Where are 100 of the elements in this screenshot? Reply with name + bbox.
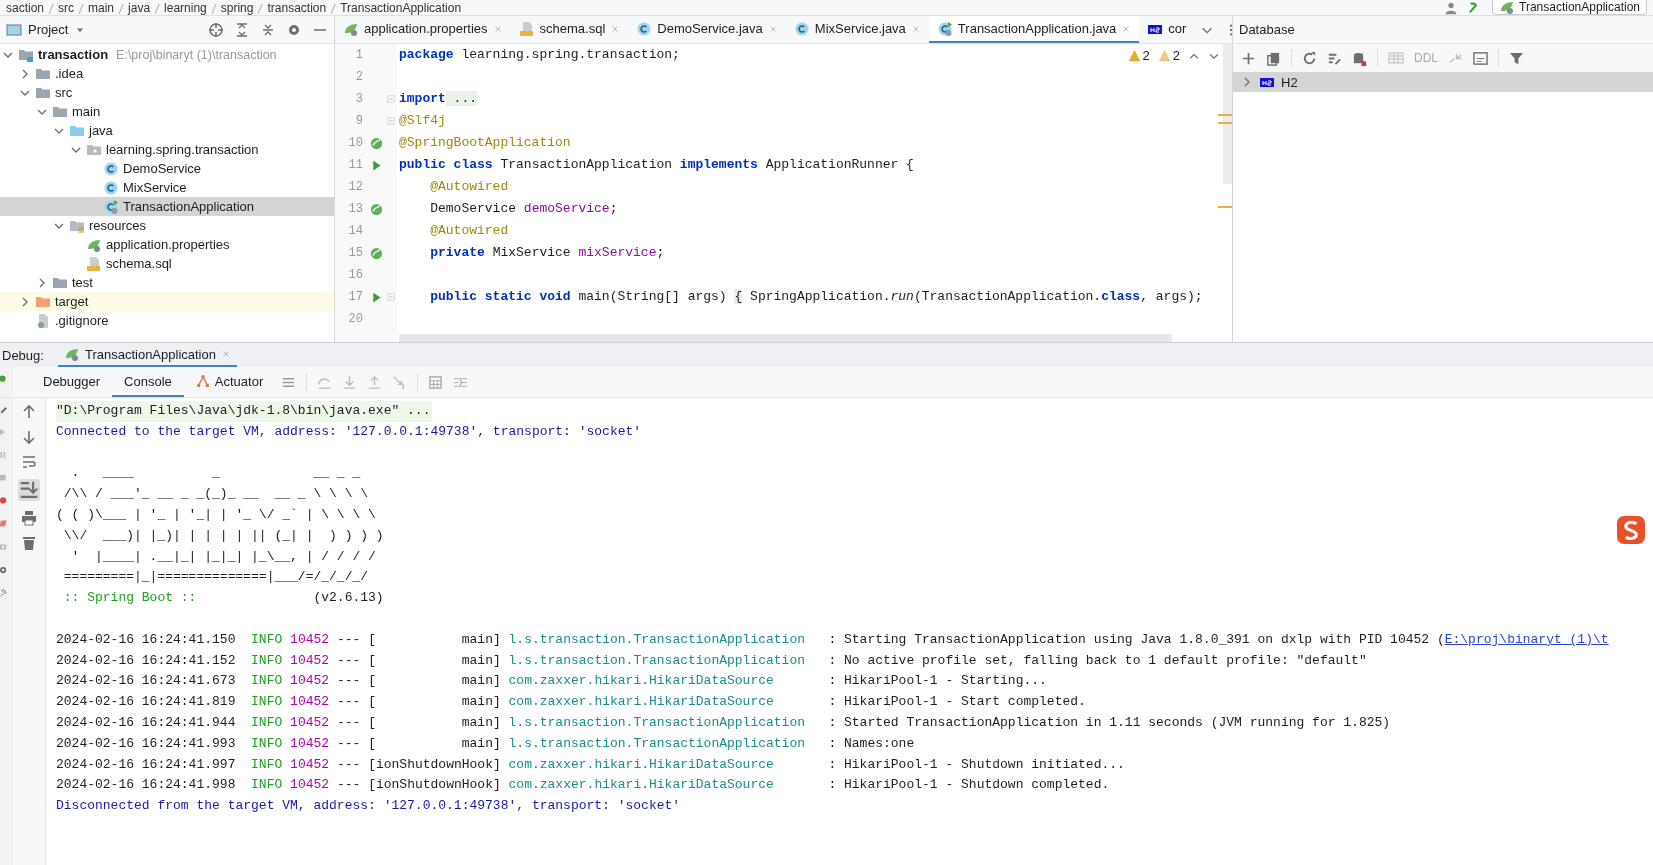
down-arrow-icon[interactable]: [21, 429, 37, 445]
tree-item[interactable]: transaction E:\proj\binaryt (1)\transaction: [0, 45, 334, 64]
line-number: 1: [354, 48, 364, 62]
tree-item-label: transaction: [38, 47, 109, 62]
log-line: 2024-02-16 16:24:41.997 INFO 10452 --- [ionShutdownHook] com.zaxxer.hikari.HikariDataSource : HikariPool-1 - Shutdown initiated...: [56, 755, 1125, 774]
scrollbar[interactable]: [399, 334, 1172, 342]
breadcrumb[interactable]: TransactionApplication: [340, 2, 462, 15]
banner-line: =========|_|==============|___/=/_/_/_/: [62, 568, 369, 587]
close-icon[interactable]: [767, 23, 778, 34]
tree-item[interactable]: learning.spring.transaction: [0, 140, 334, 159]
line-number: 13: [347, 202, 364, 216]
bean-icon: [368, 201, 384, 217]
tree-item[interactable]: application.properties: [0, 235, 334, 254]
log-line: 2024-02-16 16:24:41.819 INFO 10452 --- [ main] com.zaxxer.hikari.HikariDataSource : HikariPool-1 - Start completed.: [56, 693, 1086, 712]
tree-item-label: resources: [89, 218, 147, 233]
panel-title: Debug:: [2, 346, 44, 365]
scroll-to-end-icon[interactable]: [18, 479, 40, 501]
banner-line: ( ( )\___ | '_ | '_| | '_ \/ _` | \ \ \ \: [56, 506, 376, 524]
run-configuration-dropdown[interactable]: TransactionApplication: [1492, 0, 1647, 15]
bean-icon: [368, 245, 384, 261]
tree-item-label: java: [89, 123, 113, 138]
slash-icon: [118, 3, 125, 15]
warning-count[interactable]: 2: [1142, 48, 1150, 63]
print-icon[interactable]: [21, 510, 37, 526]
editor-tab[interactable]: schema.sql: [510, 16, 629, 43]
spring-leaf-icon: [1499, 0, 1516, 15]
trash-icon[interactable]: [21, 535, 37, 551]
breadcrumb[interactable]: learning: [164, 2, 207, 15]
tree-item[interactable]: schema.sql: [0, 254, 334, 273]
tree-item[interactable]: TransactionApplication: [0, 197, 334, 216]
breadcrumb[interactable]: saction: [6, 2, 45, 15]
version-label: (v2.6.13): [313, 589, 384, 608]
tree-item[interactable]: src: [0, 83, 334, 102]
code-line: @Autowired: [429, 178, 509, 196]
editor-tab[interactable]: application.properties: [335, 16, 511, 43]
code-line: @Autowired: [429, 222, 509, 240]
line-number: 20: [347, 312, 364, 326]
input-method-icon[interactable]: [1617, 516, 1645, 544]
file-link[interactable]: E:\proj\binaryt (1)\t: [1444, 631, 1609, 647]
breadcrumb[interactable]: transaction: [267, 2, 327, 15]
code-line: import ...: [399, 90, 478, 108]
weak-warning-icon: [1157, 49, 1171, 62]
user-icon[interactable]: [1444, 0, 1459, 15]
line-number: 15: [347, 246, 364, 260]
tree-item[interactable]: main: [0, 102, 334, 121]
warning-icon: [1127, 49, 1141, 62]
breadcrumb[interactable]: main: [88, 2, 115, 15]
scrollbar[interactable]: [1223, 44, 1232, 184]
tree-item[interactable]: H2: [1233, 72, 1653, 92]
tree-item-label: learning.spring.transaction: [106, 142, 259, 157]
breadcrumb[interactable]: spring: [220, 2, 254, 15]
class-icon: [103, 179, 119, 196]
tree-item[interactable]: test: [0, 273, 334, 292]
actuator-icon: [195, 374, 210, 388]
tree-item[interactable]: MixService: [0, 178, 334, 197]
calculator-icon[interactable]: [428, 374, 444, 390]
tree-item[interactable]: java: [0, 121, 334, 140]
tree-item-label: schema.sql: [106, 256, 172, 271]
editor-tab[interactable]: MixService.java: [785, 16, 929, 43]
code-line: private MixService mixService;: [429, 244, 665, 262]
tree-item-label: src: [55, 85, 73, 100]
tree-item[interactable]: resources: [0, 216, 334, 235]
add-icon[interactable]: [1241, 50, 1256, 66]
tree-item[interactable]: DemoService: [0, 159, 334, 178]
copy-icon[interactable]: [1266, 50, 1281, 66]
breadcrumb[interactable]: src: [58, 2, 75, 15]
slash-icon: [330, 3, 337, 15]
line-number: 10: [347, 136, 364, 150]
target-icon[interactable]: [208, 21, 224, 38]
warning-count[interactable]: 2: [1172, 48, 1180, 63]
up-arrow-icon[interactable]: [21, 404, 37, 420]
tool-tab[interactable]: Debugger: [31, 367, 113, 397]
log-line: 2024-02-16 16:24:41.673 INFO 10452 --- [ main] com.zaxxer.hikari.HikariDataSource : HikariPool-1 - Starting...: [56, 672, 1047, 691]
close-icon[interactable]: [910, 23, 921, 34]
tree-item-label: TransactionApplication: [123, 199, 255, 214]
tree-item[interactable]: .gitignore: [0, 311, 334, 330]
log-line: 2024-02-16 16:24:41.998 INFO 10452 --- [ionShutdownHook] com.zaxxer.hikari.HikariDataSource : HikariPool-1 - Shutdown completed.: [56, 776, 1110, 795]
close-icon[interactable]: [610, 23, 621, 34]
refresh-icon[interactable]: [1302, 50, 1317, 66]
breadcrumb[interactable]: java: [128, 2, 151, 15]
soft-wrap-icon[interactable]: [21, 454, 37, 470]
database-icon[interactable]: [1352, 50, 1367, 66]
code-line: @Slf4j: [399, 112, 446, 130]
expand-all-icon[interactable]: [234, 21, 250, 38]
console-icon[interactable]: [1473, 50, 1488, 66]
panel-title[interactable]: Project: [28, 22, 69, 37]
tool-tab[interactable]: Actuator: [183, 367, 276, 397]
editor-tab[interactable]: TransactionApplication.java: [928, 16, 1140, 43]
editor-tab[interactable]: DemoService.java: [628, 16, 786, 43]
line-number: 11: [347, 158, 364, 172]
tree-item[interactable]: target: [0, 292, 334, 311]
close-icon[interactable]: [492, 23, 503, 34]
tree-item[interactable]: .idea: [0, 64, 334, 83]
close-icon[interactable]: [1121, 23, 1132, 34]
panel-icon: [6, 21, 22, 38]
bean-icon: [368, 135, 384, 151]
code-line: package learning.spring.transaction;: [399, 46, 680, 64]
filter-icon[interactable]: [1509, 50, 1524, 66]
editor-tab[interactable]: cor: [1139, 16, 1195, 43]
code-line: DemoService demoService;: [429, 200, 618, 218]
